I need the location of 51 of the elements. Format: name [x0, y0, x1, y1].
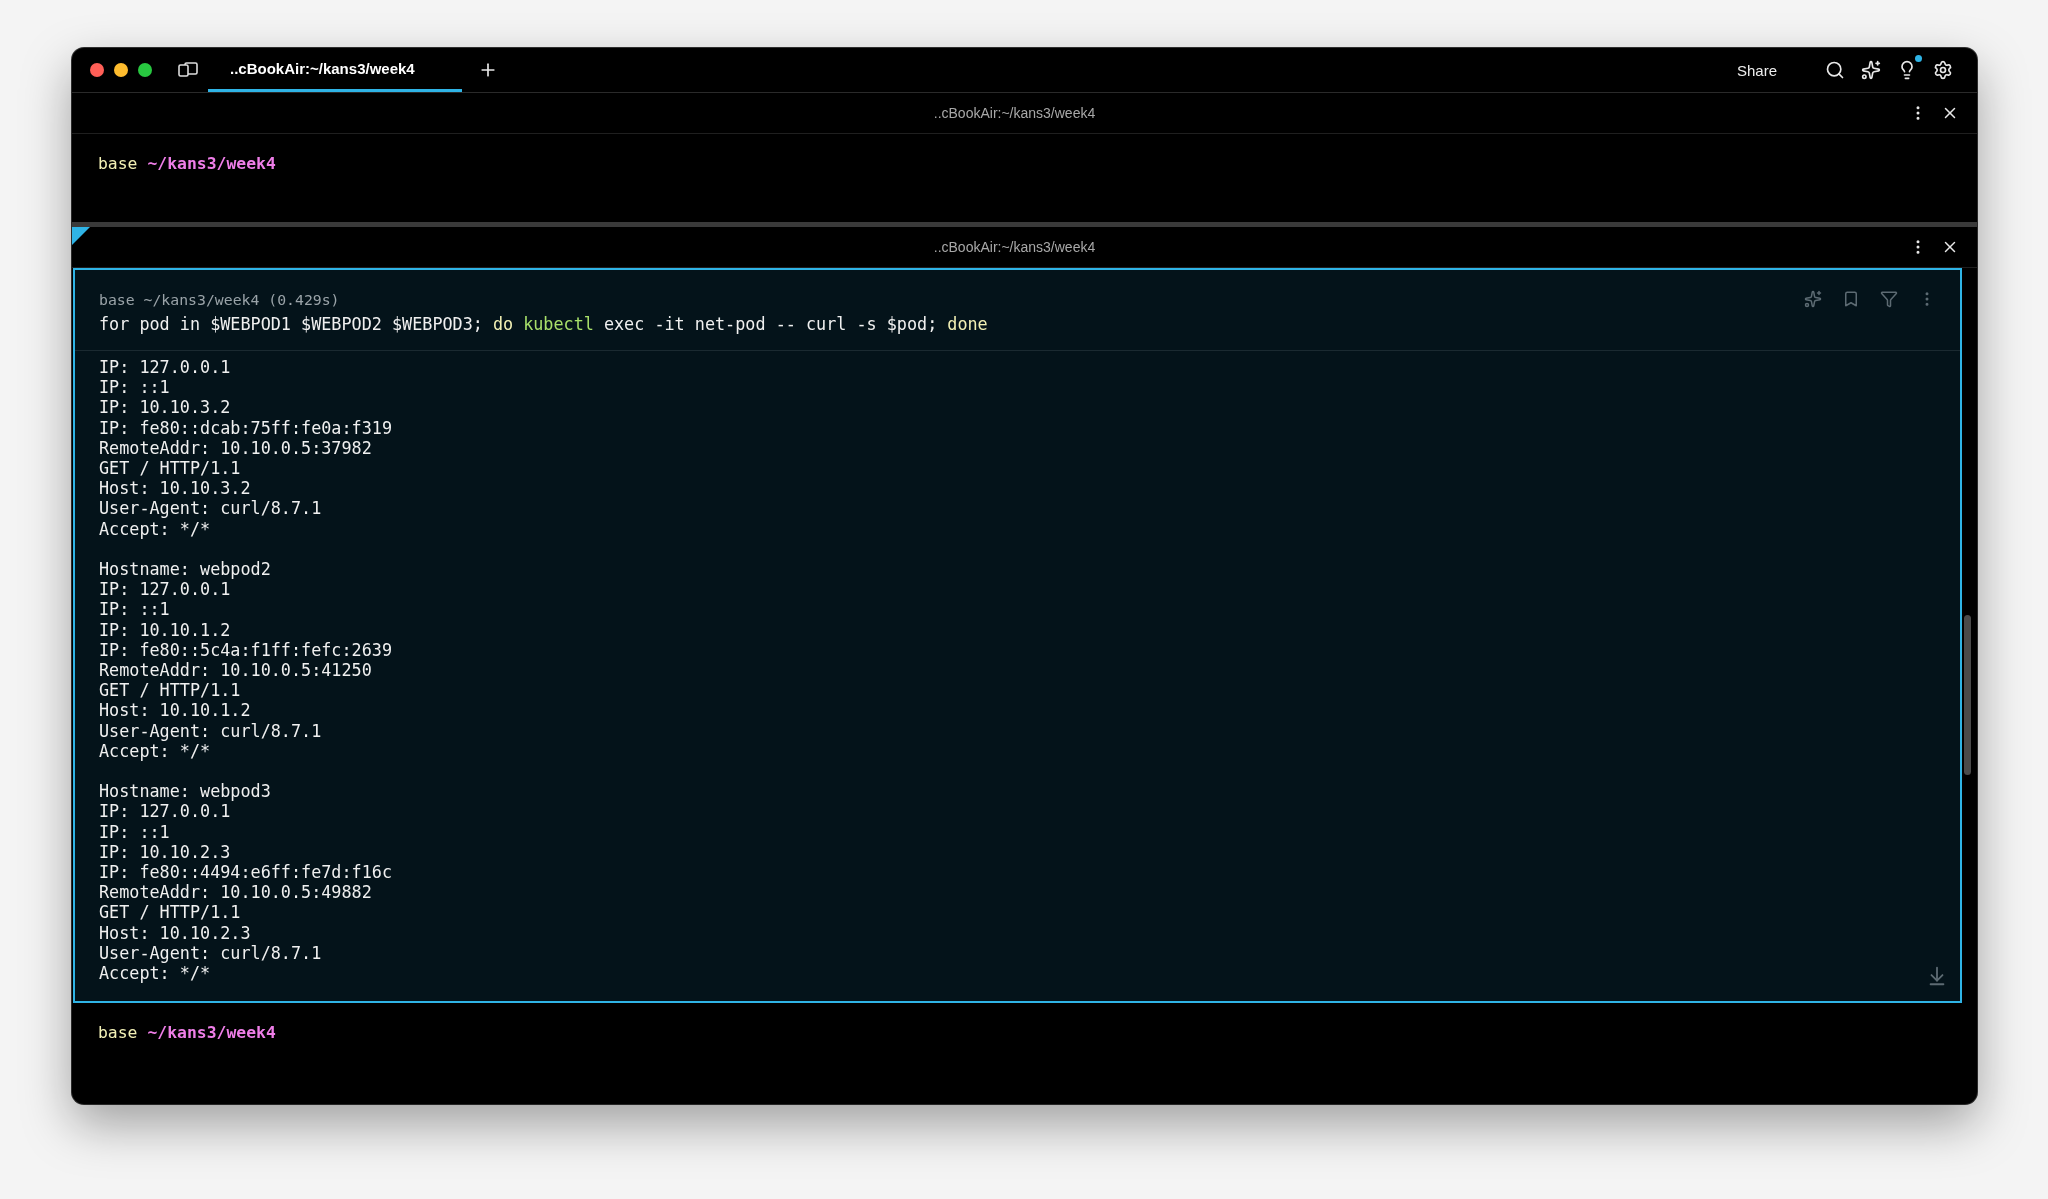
output-line: IP: ::1: [99, 599, 171, 620]
output-line: IP: fe80::4494:e6ff:fe7d:f16c: [99, 862, 393, 883]
pane-title: ..cBookAir:~/kans3/week4: [932, 239, 1097, 255]
output-line: RemoteAddr: 10.10.0.5:37982: [99, 437, 373, 458]
settings-icon[interactable]: [1933, 60, 1953, 80]
output-line: IP: 127.0.0.1: [99, 801, 232, 822]
output-line: Host: 10.10.3.2: [99, 478, 252, 499]
output-line: User-Agent: curl/8.7.1: [99, 942, 323, 964]
output-line: User-Agent: curl/8.7.1: [99, 720, 323, 741]
output-line: User-Agent: curl/8.7.1: [99, 498, 323, 519]
prompt-path: ~/kans3/week4: [147, 1023, 276, 1042]
zoom-window-button[interactable]: [138, 63, 152, 77]
output-line: Host: 10.10.2.3: [99, 922, 252, 943]
tab[interactable]: ..cBookAir:~/kans3/week4: [208, 48, 462, 92]
share-button[interactable]: Share: [1730, 60, 1783, 80]
output-line: IP: ::1: [99, 821, 171, 842]
output-line: Accept: */*: [99, 518, 212, 539]
output-line: IP: 127.0.0.1: [99, 579, 232, 600]
search-icon[interactable]: [1825, 60, 1845, 80]
pane-title: ..cBookAir:~/kans3/week4: [932, 105, 1097, 121]
prompt-path: ~/kans3/week4: [147, 154, 276, 173]
command-text: done: [947, 313, 988, 336]
prompt-env: base: [98, 1023, 138, 1042]
output-line: IP: ::1: [99, 377, 171, 398]
prompt-env: base: [98, 154, 138, 173]
output-line: GET / HTTP/1.1: [99, 458, 242, 479]
output-line: Accept: */*: [99, 740, 212, 762]
output-line: RemoteAddr: 10.10.0.5:49882: [99, 882, 373, 903]
bookmark-icon[interactable]: [1842, 290, 1860, 308]
output-line: Hostname: webpod2: [99, 559, 272, 580]
command-text: for pod in $WEBPOD1 $WEBPOD2 $WEBPOD3;: [99, 313, 483, 336]
output-line: IP: 10.10.3.2: [99, 397, 232, 418]
command-text: do: [492, 313, 514, 336]
output-line: IP: fe80::5c4a:f1ff:fefc:2639: [99, 639, 393, 661]
command-text: kubectl: [523, 313, 594, 336]
output-line: Host: 10.10.1.2: [99, 700, 252, 721]
command-text: exec -it net-pod -- curl -s $pod;: [603, 313, 938, 336]
minimize-window-button[interactable]: [114, 63, 128, 77]
output-line: IP: 10.10.1.2: [99, 619, 232, 640]
output-line: RemoteAddr: 10.10.0.5:41250: [99, 660, 373, 681]
output-line: Hostname: webpod3: [99, 781, 272, 802]
output-line: IP: fe80::dcab:75ff:fe0a:f319: [99, 417, 393, 438]
output-line: IP: 10.10.2.3: [99, 841, 232, 863]
block-meta: base ~/kans3/week4 (0.429s): [99, 290, 341, 310]
output-line: IP: 127.0.0.1: [99, 357, 232, 378]
output-line: Accept: */*: [99, 963, 212, 984]
filter-icon[interactable]: [1880, 290, 1898, 308]
output-line: GET / HTTP/1.1: [99, 902, 242, 923]
output-line: GET / HTTP/1.1: [99, 680, 242, 701]
scrollbar-thumb[interactable]: [1964, 615, 1971, 775]
close-window-button[interactable]: [90, 63, 104, 77]
